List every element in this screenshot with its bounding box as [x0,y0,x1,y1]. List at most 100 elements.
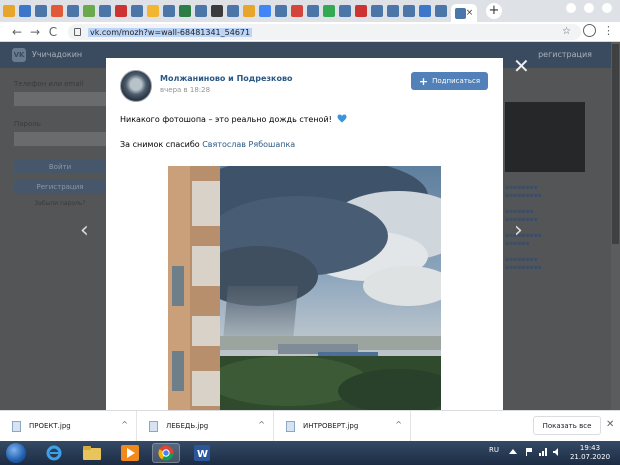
tab-favicon[interactable] [147,5,159,17]
post-timestamp[interactable]: вчера в 18:28 [160,86,210,94]
start-button[interactable] [6,443,26,463]
tab-favicon[interactable] [115,5,127,17]
tab-favicon[interactable] [307,5,319,17]
url-text[interactable]: vk.com/mozh?w=wall-68481341_54671 [88,27,253,37]
tab-active-vk[interactable]: × [451,4,477,22]
action-center-flag-icon[interactable] [524,447,534,457]
tab-favicon[interactable] [51,5,63,17]
login-sidebar: Телефон или email Пароль Войти Регистрац… [14,80,106,207]
prev-post-arrow-icon[interactable]: ‹ [80,218,89,243]
tab-favicon[interactable] [179,5,191,17]
download-item[interactable]: ПРОЕКТ.jpg ^ [0,410,137,442]
address-bar[interactable]: vk.com/mozh?w=wall-68481341_54671 ☆ [68,24,581,40]
chrome-icon [158,445,174,461]
tab-strip: × + [0,0,620,22]
chevron-up-icon[interactable]: ^ [395,420,402,429]
maximize-button[interactable] [584,3,594,13]
tab-favicon[interactable] [67,5,79,17]
group-name-link[interactable]: Молжаниново и Подрезково [160,74,293,83]
download-item[interactable]: ЛЕБЕДЬ.jpg ^ [137,410,274,442]
folder-icon [83,446,101,460]
lock-icon [74,28,81,36]
page-scrollbar-thumb[interactable] [612,44,619,244]
login-input[interactable] [14,92,106,106]
clock-date: 21.07.2020 [569,453,611,461]
subscribe-button[interactable]: + Подписаться [411,72,488,90]
post-modal: Молжаниново и Подрезково вчера в 18:28 +… [106,58,503,410]
menu-kebab-icon[interactable]: ⋮ [603,24,614,37]
show-hidden-icons-icon[interactable] [508,447,518,457]
reload-button[interactable]: C [44,25,62,39]
tab-favicon[interactable] [83,5,95,17]
tab-favicon[interactable] [387,5,399,17]
close-window-button[interactable] [602,3,612,13]
chevron-up-icon[interactable]: ^ [121,420,128,429]
image-file-icon [12,420,21,432]
login-button[interactable]: Войти [14,160,106,174]
word-icon: W [194,445,210,461]
download-item[interactable]: ИНТРОВЕРТ.jpg ^ [274,410,411,442]
password-input[interactable] [14,132,106,146]
image-file-icon [286,420,295,432]
vk-logo[interactable]: VK [12,48,26,62]
tab-favicon[interactable] [227,5,239,17]
tab-favicon[interactable] [435,5,447,17]
register-button[interactable]: Регистрация [14,180,106,194]
taskbar: W RU 19:43 21.07.2020 [0,441,620,465]
account-icon[interactable] [583,24,596,37]
close-overlay-icon[interactable]: ✕ [513,56,530,76]
tab-favicon[interactable] [355,5,367,17]
volume-icon[interactable] [552,447,562,457]
password-label: Пароль [14,120,41,128]
group-avatar[interactable] [120,70,152,102]
tab-favicon[interactable] [259,5,271,17]
chevron-up-icon[interactable]: ^ [258,420,265,429]
vk-header-register[interactable]: регистрация [538,50,592,59]
tab-favicon[interactable] [195,5,207,17]
tab-close-icon[interactable]: × [466,8,474,18]
show-all-downloads-button[interactable]: Показать все [533,416,601,435]
tab-favicon[interactable] [163,5,175,17]
taskbar-media-button[interactable] [116,443,144,463]
tab-favicon[interactable] [339,5,351,17]
tab-favicon[interactable] [323,5,335,17]
news-item[interactable]: ▪▪▪▪▪▪▪▪ ▪▪▪▪▪▪▪▪▪ [505,184,585,200]
vk-favicon-icon [454,7,466,19]
video-thumbnail[interactable] [505,102,585,172]
next-post-arrow-icon[interactable]: › [514,218,523,243]
language-indicator[interactable]: RU [489,446,499,454]
taskbar-chrome-button[interactable] [152,443,180,463]
forward-button[interactable]: → [26,25,44,39]
tab-favicon[interactable] [131,5,143,17]
tab-favicon[interactable] [403,5,415,17]
tab-favicon[interactable] [243,5,255,17]
network-icon[interactable] [538,447,548,457]
taskbar-word-button[interactable]: W [188,443,216,463]
tab-favicon[interactable] [211,5,223,17]
post-photo[interactable] [168,166,441,410]
tab-favicon[interactable] [419,5,431,17]
tab-favicon[interactable] [275,5,287,17]
taskbar-ie-button[interactable] [40,443,68,463]
minimize-button[interactable] [566,3,576,13]
forgot-password-link[interactable]: Забыли пароль? [14,200,106,207]
bookmark-star-icon[interactable]: ☆ [562,24,571,40]
right-sidebar: ▪▪▪▪▪▪▪▪ ▪▪▪▪▪▪▪▪▪ ▪▪▪▪▪▪▪ ▪▪▪▪▪▪▪▪ ▪▪▪▪▪▪… [505,72,585,280]
media-player-icon [121,445,139,461]
close-download-bar-icon[interactable]: ✕ [606,419,614,430]
tab-favicon[interactable] [291,5,303,17]
system-clock[interactable]: 19:43 21.07.2020 [568,444,612,462]
credit-person-link[interactable]: Святослав Рябошапка [202,140,295,149]
window-controls [566,3,612,13]
news-item[interactable]: ▪▪▪▪▪▪▪▪ ▪▪▪▪▪▪▪▪▪ [505,256,585,272]
back-button[interactable]: ← [8,25,26,39]
tab-favicon[interactable] [35,5,47,17]
tab-favicon[interactable] [3,5,15,17]
browser-toolbar: ← → C vk.com/mozh?w=wall-68481341_54671 … [0,22,620,42]
download-filename: ИНТРОВЕРТ.jpg [303,422,359,430]
tab-favicon[interactable] [19,5,31,17]
tab-favicon[interactable] [99,5,111,17]
tab-favicon[interactable] [371,5,383,17]
taskbar-explorer-button[interactable] [78,443,106,463]
new-tab-button[interactable]: + [486,3,502,19]
